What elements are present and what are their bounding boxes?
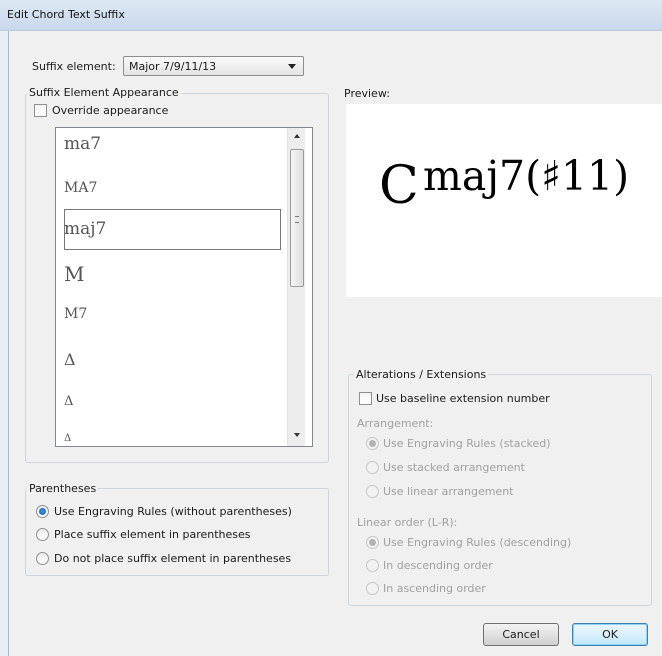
suffix-appearance-list[interactable]: ma7 MA7 maj7 M M7 Δ Δ Δ xyxy=(55,127,313,447)
arrangement-label: Arrangement: xyxy=(357,417,434,430)
list-item[interactable]: Δ xyxy=(64,433,71,444)
override-appearance-label: Override appearance xyxy=(52,104,169,117)
preview-chord-suffix: maj7(♯11) xyxy=(423,152,630,200)
scroll-thumb[interactable] xyxy=(290,149,304,287)
parentheses-option-label: Use Engraving Rules (without parentheses… xyxy=(54,505,292,518)
list-item[interactable]: Δ xyxy=(64,350,76,369)
list-item[interactable]: M xyxy=(64,262,84,286)
list-item[interactable]: M7 xyxy=(64,306,87,322)
appearance-group-title: Suffix Element Appearance xyxy=(27,86,181,99)
parentheses-place-radio[interactable] xyxy=(36,528,49,541)
chevron-down-icon xyxy=(288,64,296,69)
arrangement-option-label: Use linear arrangement xyxy=(383,485,514,498)
suffix-element-label: Suffix element: xyxy=(32,60,116,73)
list-item[interactable]: MA7 xyxy=(64,180,97,196)
list-item[interactable]: ma7 xyxy=(64,134,101,154)
parentheses-none-radio[interactable] xyxy=(36,552,49,565)
baseline-extension-checkbox[interactable] xyxy=(359,392,372,405)
list-item[interactable]: maj7 xyxy=(64,219,106,239)
suffix-element-value: Major 7/9/11/13 xyxy=(129,60,217,73)
linear-order-label: Linear order (L-R): xyxy=(357,516,458,529)
list-item[interactable]: Δ xyxy=(64,394,73,409)
dialog-client: Suffix element: Major 7/9/11/13 Suffix E… xyxy=(8,31,662,656)
list-scrollbar[interactable] xyxy=(287,128,305,446)
scroll-grip-icon xyxy=(295,216,299,223)
ok-button[interactable]: OK xyxy=(572,623,648,646)
parentheses-engraving-radio[interactable] xyxy=(36,505,49,518)
scroll-down-arrow-icon[interactable] xyxy=(294,433,300,437)
order-option-label: Use Engraving Rules (descending) xyxy=(383,536,572,549)
preview-label: Preview: xyxy=(344,87,390,100)
alterations-group-title: Alterations / Extensions xyxy=(354,368,489,381)
parentheses-option-label: Place suffix element in parentheses xyxy=(54,528,251,541)
arrangement-stacked-radio[interactable] xyxy=(366,461,379,474)
scroll-up-arrow-icon[interactable] xyxy=(294,134,300,138)
cancel-button[interactable]: Cancel xyxy=(483,623,559,646)
arrangement-option-label: Use stacked arrangement xyxy=(383,461,525,474)
preview-panel: C maj7(♯11) xyxy=(346,104,662,297)
parentheses-group-title: Parentheses xyxy=(27,482,99,495)
parentheses-option-label: Do not place suffix element in parenthes… xyxy=(54,552,292,565)
arrangement-engraving-radio[interactable] xyxy=(366,437,379,450)
order-ascending-radio[interactable] xyxy=(366,582,379,595)
order-option-label: In ascending order xyxy=(383,582,486,595)
override-appearance-checkbox[interactable] xyxy=(34,104,47,117)
window-title: Edit Chord Text Suffix xyxy=(7,8,125,21)
title-bar: Edit Chord Text Suffix xyxy=(0,0,662,31)
order-descending-radio[interactable] xyxy=(366,559,379,572)
preview-chord-root: C xyxy=(379,156,419,216)
order-engraving-radio[interactable] xyxy=(366,536,379,549)
arrangement-option-label: Use Engraving Rules (stacked) xyxy=(383,437,551,450)
arrangement-linear-radio[interactable] xyxy=(366,485,379,498)
baseline-extension-label: Use baseline extension number xyxy=(376,392,550,405)
order-option-label: In descending order xyxy=(383,559,493,572)
suffix-element-dropdown[interactable]: Major 7/9/11/13 xyxy=(123,56,304,76)
